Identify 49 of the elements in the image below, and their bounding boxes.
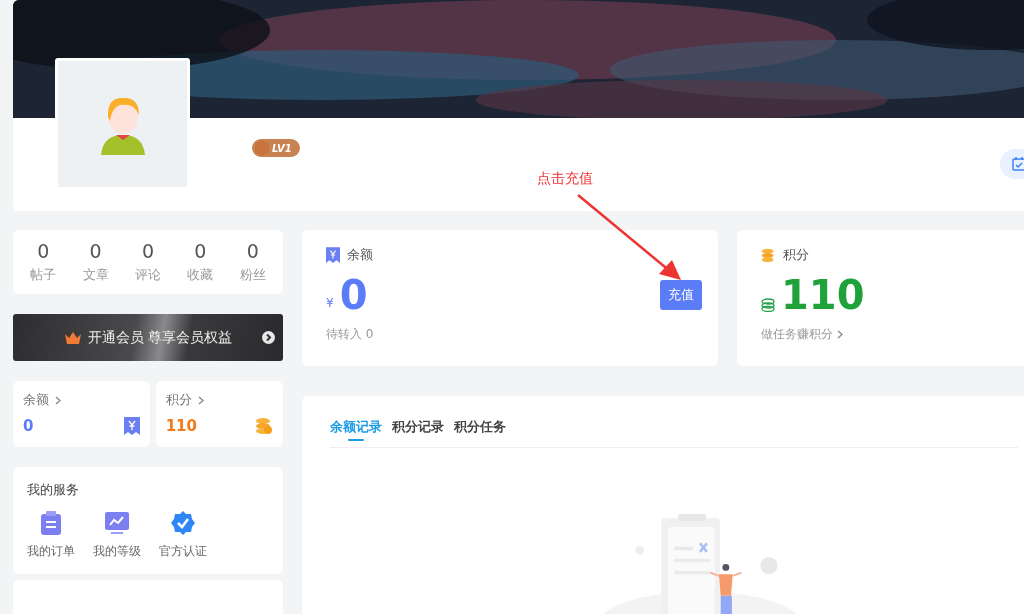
chevron-right-icon	[837, 330, 843, 339]
crown-icon	[63, 330, 82, 345]
recharge-button[interactable]: 充值	[660, 280, 702, 310]
stat-label[interactable]: 帖子	[30, 266, 57, 284]
wallet-card[interactable]: 余额 0	[13, 381, 150, 447]
currency-symbol: ¥	[326, 296, 334, 310]
section-title: 我的服务	[27, 481, 80, 499]
stat-count: 0	[246, 240, 259, 262]
stat-count: 0	[194, 240, 207, 262]
service-item[interactable]: 我的订单	[27, 511, 75, 560]
calendar-icon	[1012, 157, 1024, 171]
card-title: 积分	[783, 246, 809, 264]
stat-label[interactable]: 文章	[82, 266, 109, 284]
chevron-right-icon	[55, 395, 61, 405]
stat-label[interactable]: 收藏	[187, 266, 214, 284]
stat-label[interactable]: 评论	[134, 266, 161, 284]
stat-label[interactable]: 粉丝	[239, 266, 266, 284]
yen-ticket-icon	[326, 247, 340, 263]
stat-count: 0	[89, 240, 102, 262]
pending-amount: 待转入 0	[326, 326, 374, 343]
card-title: 余额	[347, 246, 373, 264]
record-tab[interactable]: 积分任务	[454, 418, 506, 441]
card-value: 110	[165, 417, 197, 435]
yen-ticket-icon	[123, 417, 140, 435]
service-item[interactable]: 官方认证	[159, 511, 207, 560]
points-amount: 110	[781, 275, 865, 315]
arrow-circle-icon	[262, 331, 275, 344]
coins-icon	[255, 417, 273, 435]
vip-banner[interactable]: 开通会员 尊享会员权益	[13, 314, 283, 361]
stat-count: 0	[141, 240, 154, 262]
earn-points-link[interactable]: 做任务赚积分	[761, 326, 843, 343]
level-badge: LV1	[252, 139, 300, 157]
service-item[interactable]: 我的等级	[93, 511, 141, 560]
chart-monitor-icon	[105, 511, 129, 535]
coins-icon	[761, 298, 775, 312]
wallet-card[interactable]: 积分 110	[155, 381, 283, 447]
avatar[interactable]	[55, 58, 190, 190]
annotation-text: 点击充值	[537, 170, 593, 188]
verified-badge-icon	[171, 511, 195, 535]
card-label: 余额	[23, 391, 49, 409]
card-value: 0	[23, 417, 34, 435]
record-tab[interactable]: 积分记录	[392, 418, 444, 441]
coins-icon	[761, 247, 776, 263]
clipboard-icon	[40, 511, 62, 535]
balance-amount: 0	[339, 275, 368, 315]
card-label: 积分	[165, 391, 192, 409]
record-tab[interactable]: 余额记录	[330, 418, 382, 441]
chevron-right-icon	[197, 395, 204, 405]
stat-count: 0	[37, 240, 50, 262]
